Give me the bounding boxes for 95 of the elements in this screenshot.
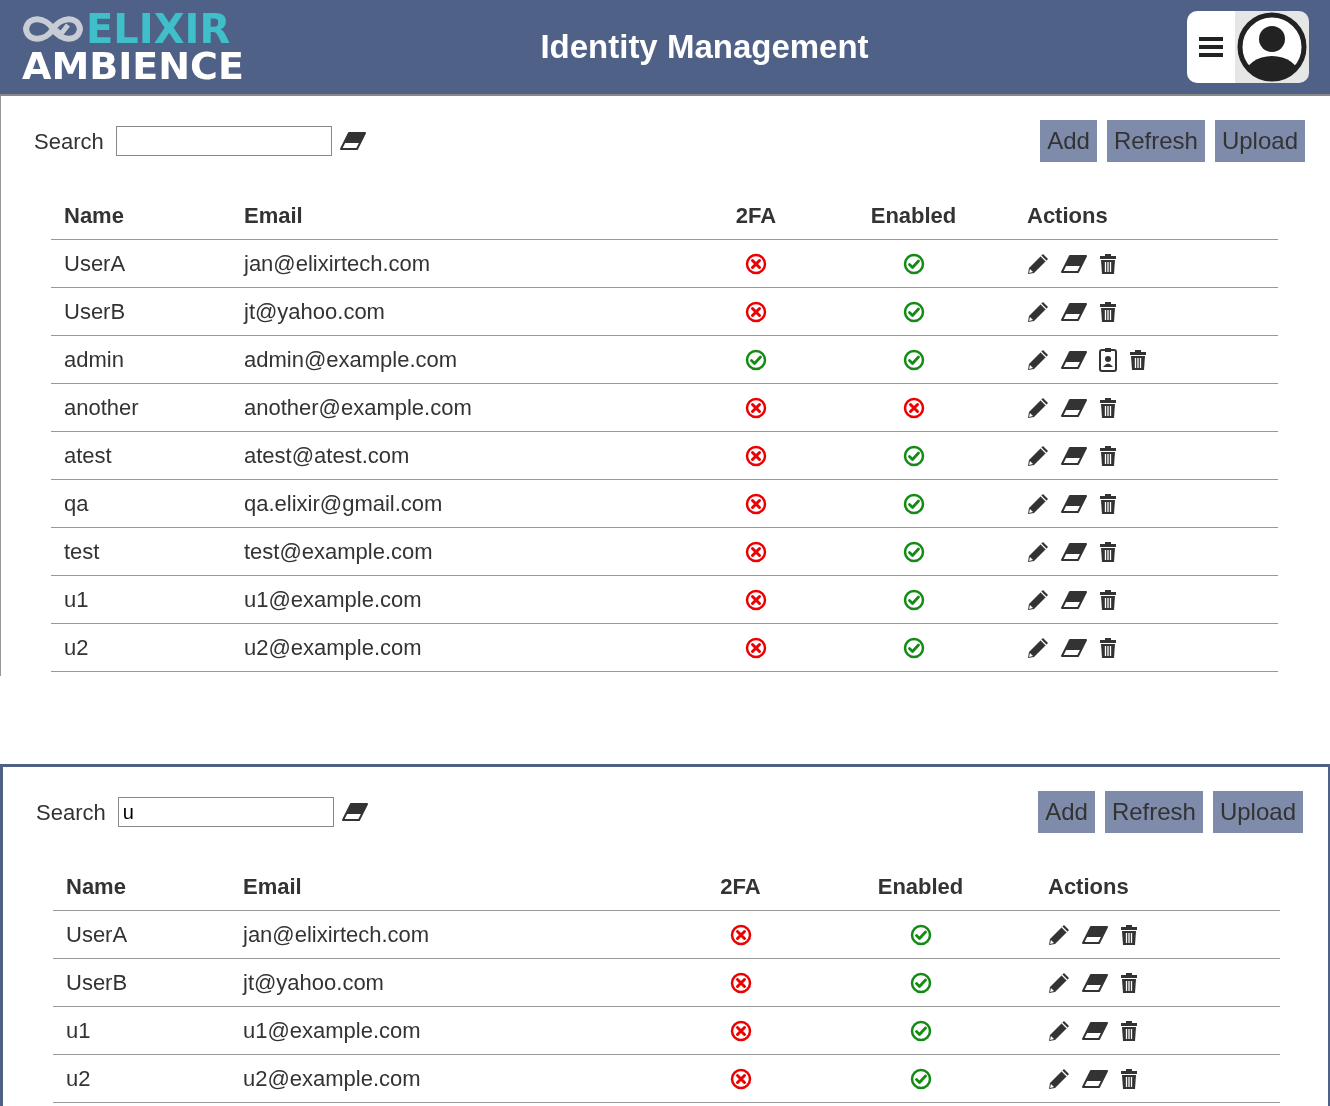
- page-title: Identity Management: [540, 27, 869, 68]
- trash-icon[interactable]: [1099, 636, 1117, 659]
- name-cell-text: u2: [64, 634, 89, 662]
- column-header: 2FA: [720, 873, 761, 901]
- pencil-icon[interactable]: [1048, 923, 1070, 946]
- name-cell-text: qa: [64, 490, 89, 518]
- eraser-icon[interactable]: [1061, 494, 1087, 513]
- pencil-icon[interactable]: [1048, 1067, 1070, 1090]
- action-button[interactable]: Add: [1038, 791, 1095, 833]
- eraser-icon[interactable]: [1061, 302, 1087, 321]
- search-label: Search: [34, 127, 104, 156]
- eraser-icon[interactable]: [1061, 350, 1087, 369]
- search-label: Search: [36, 798, 106, 827]
- name-cell-text: atest: [64, 442, 112, 470]
- email-cell-text: jt@yahoo.com: [243, 969, 384, 997]
- email-cell-text: u1@example.com: [244, 586, 422, 614]
- action-button[interactable]: Refresh: [1104, 791, 1203, 833]
- name-cell-text: UserB: [66, 969, 128, 997]
- email-cell-text: another@example.com: [244, 394, 472, 422]
- column-header: Actions: [1027, 202, 1108, 230]
- pencil-icon[interactable]: [1027, 300, 1049, 323]
- pencil-icon[interactable]: [1048, 1019, 1070, 1042]
- logo-subtext: AMBIENCE: [22, 47, 245, 85]
- id-badge-icon[interactable]: [1099, 347, 1117, 372]
- eraser-icon[interactable]: [1061, 446, 1087, 465]
- trash-icon[interactable]: [1099, 588, 1117, 611]
- action-button[interactable]: Upload: [1214, 120, 1305, 162]
- name-cell-text: admin: [64, 346, 124, 374]
- column-header: Enabled: [877, 873, 964, 901]
- action-button[interactable]: Refresh: [1106, 120, 1205, 162]
- name-cell-text: u1: [66, 1017, 91, 1045]
- pencil-icon[interactable]: [1027, 588, 1049, 611]
- email-cell-text: jan@elixirtech.com: [243, 921, 430, 949]
- trash-icon[interactable]: [1099, 300, 1117, 323]
- name-cell-text: UserB: [64, 298, 126, 326]
- email-cell-text: admin@example.com: [244, 346, 458, 374]
- name-cell-text: another: [64, 394, 139, 422]
- column-header: Enabled: [870, 202, 957, 230]
- eraser-icon[interactable]: [1061, 398, 1087, 417]
- avatar-icon: [1237, 12, 1307, 82]
- column-header: Actions: [1048, 873, 1129, 901]
- eraser-icon[interactable]: [1061, 590, 1087, 609]
- name-cell-text: u2: [66, 1065, 91, 1093]
- action-button[interactable]: Add: [1040, 120, 1097, 162]
- logo-text: ELIXIR: [86, 9, 231, 49]
- pencil-icon[interactable]: [1027, 252, 1049, 275]
- email-cell-text: jt@yahoo.com: [244, 298, 385, 326]
- menu-icon: [1198, 36, 1224, 58]
- email-cell-text: atest@atest.com: [244, 442, 410, 470]
- column-header: Email: [243, 873, 302, 901]
- trash-icon[interactable]: [1099, 540, 1117, 563]
- email-cell-text: qa.elixir@gmail.com: [244, 490, 443, 518]
- avatar-button[interactable]: [1235, 11, 1309, 83]
- eraser-icon[interactable]: [1082, 1069, 1108, 1088]
- search-field[interactable]: [115, 126, 332, 156]
- column-header: Email: [244, 202, 303, 230]
- pencil-icon[interactable]: [1027, 492, 1049, 515]
- email-cell-text: u2@example.com: [243, 1065, 421, 1093]
- name-cell-text: u1: [64, 586, 89, 614]
- pencil-icon[interactable]: [1027, 540, 1049, 563]
- eraser-icon[interactable]: [1061, 254, 1087, 273]
- name-cell-text: test: [64, 538, 100, 566]
- eraser-icon[interactable]: [1082, 973, 1108, 992]
- email-cell-text: u2@example.com: [244, 634, 422, 662]
- action-button[interactable]: Upload: [1212, 791, 1303, 833]
- trash-icon[interactable]: [1120, 1067, 1138, 1090]
- trash-icon[interactable]: [1120, 923, 1138, 946]
- eraser-icon[interactable]: [1082, 1021, 1108, 1040]
- search-field[interactable]: u: [117, 797, 334, 827]
- pencil-icon[interactable]: [1027, 444, 1049, 467]
- eraser-icon[interactable]: [1082, 925, 1108, 944]
- name-cell-text: UserA: [66, 921, 128, 949]
- pencil-icon[interactable]: [1027, 636, 1049, 659]
- pencil-icon[interactable]: [1027, 348, 1049, 371]
- trash-icon[interactable]: [1099, 252, 1117, 275]
- trash-icon[interactable]: [1120, 1019, 1138, 1042]
- eraser-icon[interactable]: [1061, 542, 1087, 561]
- email-cell-text: u1@example.com: [243, 1017, 421, 1045]
- pencil-icon[interactable]: [1027, 396, 1049, 419]
- column-header: 2FA: [735, 202, 777, 230]
- name-cell-text: UserA: [64, 250, 126, 278]
- pencil-icon[interactable]: [1048, 971, 1070, 994]
- trash-icon[interactable]: [1099, 444, 1117, 467]
- trash-icon[interactable]: [1120, 971, 1138, 994]
- email-cell-text: test@example.com: [244, 538, 433, 566]
- clear-search-icon[interactable]: [341, 803, 368, 821]
- eraser-icon[interactable]: [1061, 638, 1087, 657]
- trash-icon[interactable]: [1129, 348, 1147, 371]
- menu-button[interactable]: [1187, 11, 1235, 83]
- clear-search-icon[interactable]: [339, 132, 366, 150]
- column-header: Name: [64, 202, 124, 230]
- trash-icon[interactable]: [1099, 492, 1117, 515]
- email-cell-text: jan@elixirtech.com: [244, 250, 431, 278]
- trash-icon[interactable]: [1099, 396, 1117, 419]
- column-header: Name: [66, 873, 126, 901]
